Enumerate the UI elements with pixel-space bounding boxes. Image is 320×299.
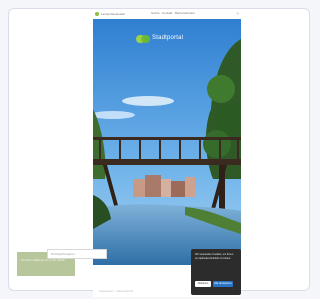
top-bar: Landeshauptstadt Suche · Kontakt · Barri…	[93, 9, 241, 19]
brand-leaf-icon-2	[141, 35, 150, 43]
cookie-banner: Wir verwenden Cookies, um Ihnen ein opti…	[191, 249, 241, 295]
top-links[interactable]: Suche · Kontakt · Barrierefreiheit	[151, 11, 195, 15]
cookie-text: Wir verwenden Cookies, um Ihnen ein opti…	[195, 253, 234, 260]
footer-links[interactable]: Impressum · Datenschutz	[99, 289, 133, 293]
hamburger-icon[interactable]: ≡	[237, 11, 239, 16]
brand-name: Stadtportal	[152, 35, 184, 41]
bridge-river-photo	[93, 19, 241, 265]
site-name: Landeshauptstadt	[101, 12, 125, 16]
hero-image: Stadtportal	[93, 19, 241, 265]
cookie-decline-label: Ablehnen	[197, 282, 209, 285]
site-brand[interactable]: Stadtportal	[136, 34, 198, 44]
logo-dot-icon	[95, 12, 99, 16]
site-logo-small[interactable]: Landeshauptstadt	[95, 11, 125, 17]
cookie-decline-button[interactable]: Ablehnen	[195, 281, 211, 287]
cookie-accept-button[interactable]: Alle akzeptieren	[213, 281, 233, 287]
search-box[interactable]: Suchbegriff eingeben ...	[47, 249, 107, 259]
cookie-accept-label: Alle akzeptieren	[214, 282, 232, 285]
search-placeholder: Suchbegriff eingeben ...	[51, 253, 78, 256]
